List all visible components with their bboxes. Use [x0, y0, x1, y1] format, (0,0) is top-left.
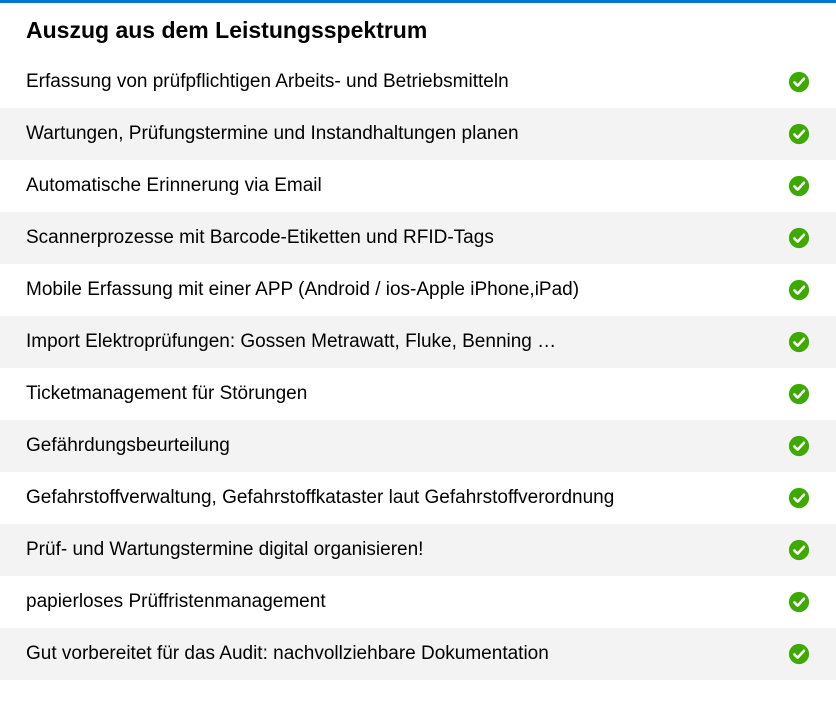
list-item-label: Automatische Erinnerung via Email — [26, 175, 788, 197]
list-item: Scannerprozesse mit Barcode-Etiketten un… — [0, 212, 836, 264]
list-item: Import Elektroprüfungen: Gossen Metrawat… — [0, 316, 836, 368]
list-item: Mobile Erfassung mit einer APP (Android … — [0, 264, 836, 316]
list-item-label: Gefährdungsbeurteilung — [26, 435, 788, 457]
list-item: Gefahrstoffverwaltung, Gefahrstoffkatast… — [0, 472, 836, 524]
list-item: papierloses Prüffristenmanagement — [0, 576, 836, 628]
check-icon — [788, 539, 810, 561]
list-item-label: papierloses Prüffristenmanagement — [26, 591, 788, 613]
feature-list-container: Auszug aus dem Leistungsspektrum Erfassu… — [0, 0, 836, 680]
list-item: Prüf- und Wartungstermine digital organi… — [0, 524, 836, 576]
list-item: Wartungen, Prüfungstermine und Instandha… — [0, 108, 836, 160]
list-item-label: Gefahrstoffverwaltung, Gefahrstoffkatast… — [26, 487, 788, 509]
check-icon — [788, 435, 810, 457]
feature-list: Erfassung von prüfpflichtigen Arbeits- u… — [0, 56, 836, 680]
check-icon — [788, 591, 810, 613]
section-title: Auszug aus dem Leistungsspektrum — [0, 3, 836, 56]
list-item: Automatische Erinnerung via Email — [0, 160, 836, 212]
check-icon — [788, 227, 810, 249]
list-item: Gut vorbereitet für das Audit: nachvollz… — [0, 628, 836, 680]
check-icon — [788, 643, 810, 665]
check-icon — [788, 175, 810, 197]
check-icon — [788, 279, 810, 301]
list-item-label: Scannerprozesse mit Barcode-Etiketten un… — [26, 227, 788, 249]
list-item-label: Import Elektroprüfungen: Gossen Metrawat… — [26, 331, 788, 353]
list-item-label: Wartungen, Prüfungstermine und Instandha… — [26, 123, 788, 145]
check-icon — [788, 383, 810, 405]
list-item-label: Mobile Erfassung mit einer APP (Android … — [26, 279, 788, 301]
list-item-label: Erfassung von prüfpflichtigen Arbeits- u… — [26, 71, 788, 93]
check-icon — [788, 487, 810, 509]
check-icon — [788, 331, 810, 353]
list-item: Erfassung von prüfpflichtigen Arbeits- u… — [0, 56, 836, 108]
list-item-label: Prüf- und Wartungstermine digital organi… — [26, 539, 788, 561]
check-icon — [788, 71, 810, 93]
check-icon — [788, 123, 810, 145]
list-item: Gefährdungsbeurteilung — [0, 420, 836, 472]
list-item: Ticketmanagement für Störungen — [0, 368, 836, 420]
list-item-label: Gut vorbereitet für das Audit: nachvollz… — [26, 643, 788, 665]
list-item-label: Ticketmanagement für Störungen — [26, 383, 788, 405]
